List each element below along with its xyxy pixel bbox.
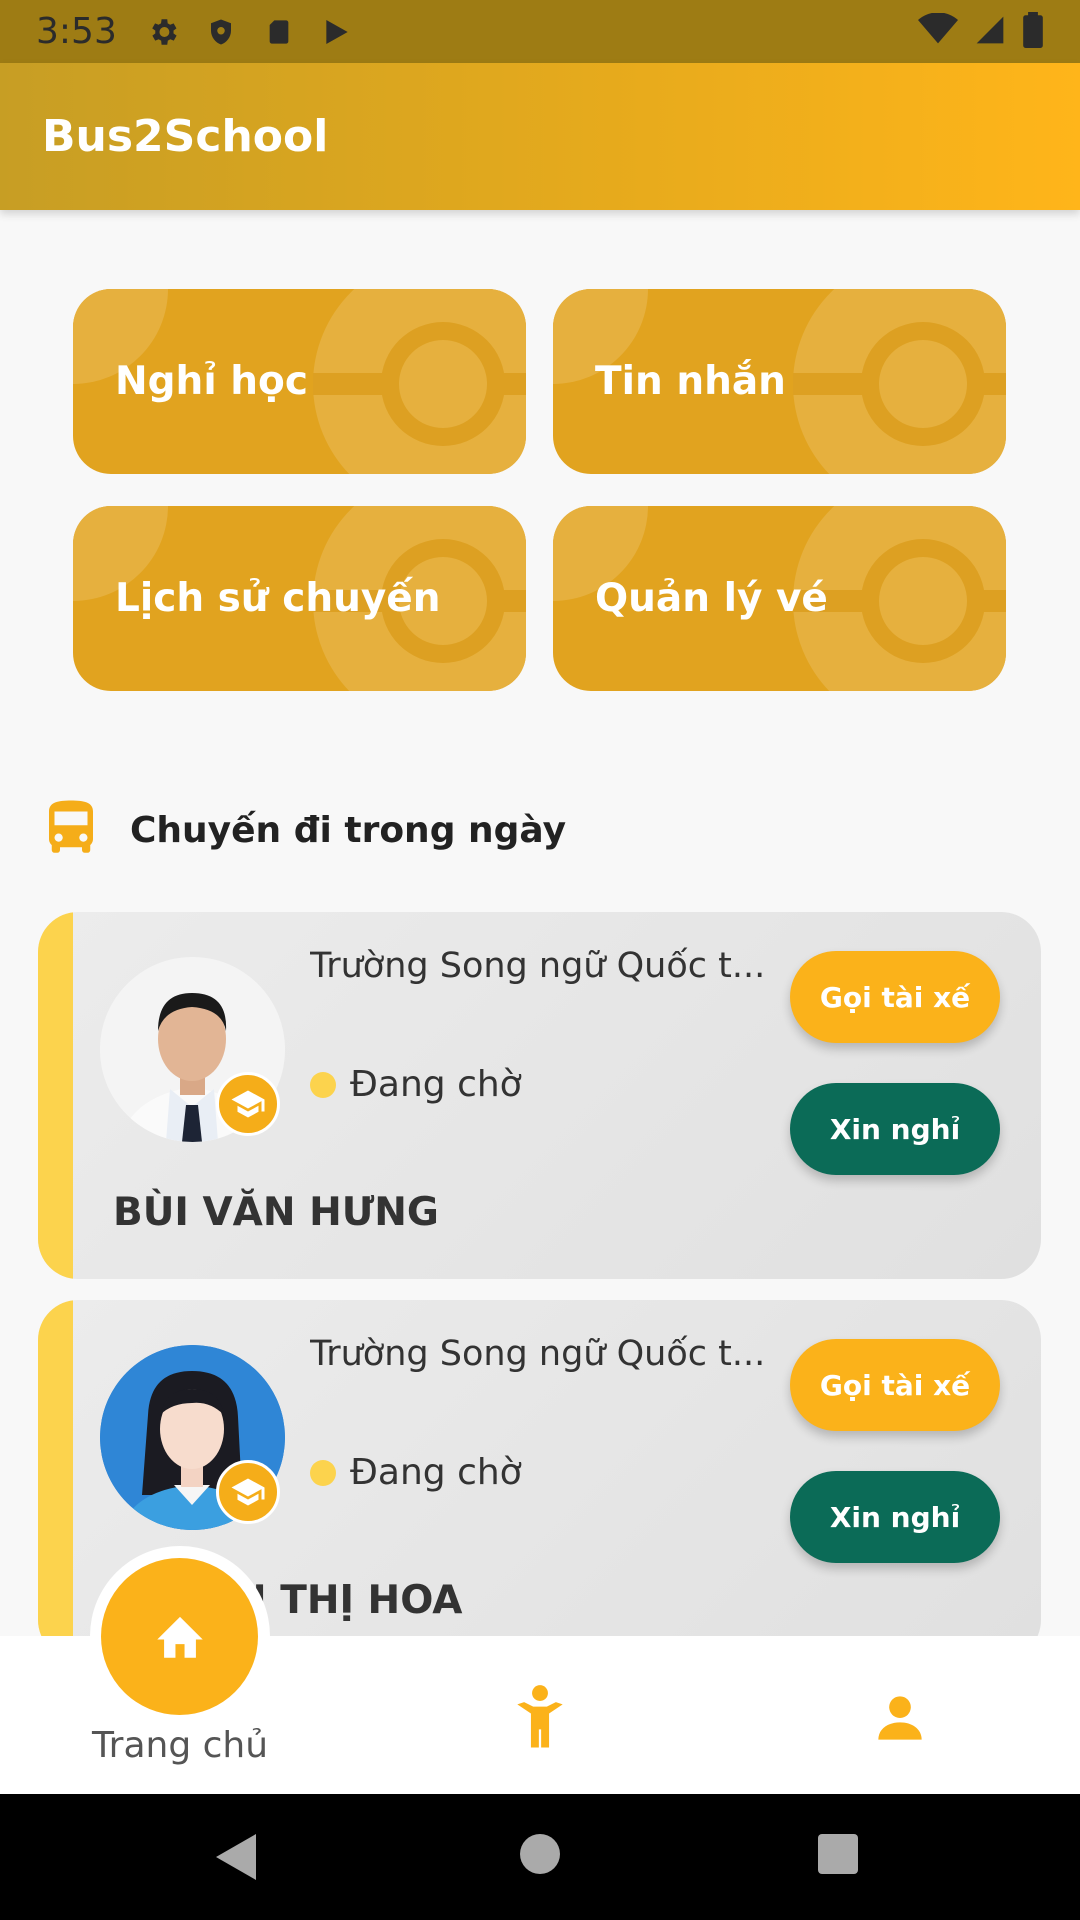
trip-status: Đang chờ (310, 1064, 522, 1105)
recents-icon[interactable] (818, 1834, 858, 1878)
student-name: BÙI VĂN HƯNG (113, 1190, 439, 1235)
status-text: Đang chờ (350, 1452, 522, 1493)
action-label: Lịch sử chuyến (115, 576, 441, 621)
back-icon[interactable] (216, 1834, 258, 1884)
child-icon (512, 1684, 568, 1756)
nav-home-button[interactable] (101, 1558, 258, 1715)
battery-icon (1022, 11, 1044, 52)
status-bar: 3:53 (0, 0, 1080, 63)
system-navigation-bar (0, 1794, 1080, 1920)
status-time: 3:53 (36, 11, 117, 52)
request-leave-button[interactable]: Xin nghỉ (790, 1471, 1000, 1563)
nav-child-button[interactable] (504, 1684, 576, 1756)
school-name: Trường Song ngữ Quốc t... (310, 1334, 766, 1374)
action-quan-ly-ve-button[interactable]: Quản lý vé (553, 506, 1006, 691)
nav-profile-button[interactable] (864, 1684, 936, 1756)
app-title: Bus2School (42, 111, 329, 162)
card-stripe (38, 912, 73, 1279)
card-stripe (38, 1300, 73, 1660)
nav-home-label: Trang chủ (91, 1725, 269, 1766)
wifi-icon (918, 11, 958, 51)
status-dot (310, 1459, 336, 1486)
status-dot (310, 1071, 336, 1098)
action-label: Quản lý vé (595, 576, 828, 621)
status-text: Đang chờ (350, 1064, 522, 1105)
signal-icon (974, 13, 1006, 51)
section-header: Chuyến đi trong ngày (38, 796, 566, 864)
section-title: Chuyến đi trong ngày (130, 809, 567, 851)
action-label: Nghỉ học (115, 359, 308, 404)
person-icon (874, 1692, 926, 1748)
play-store-icon (319, 14, 355, 50)
action-label: Tin nhắn (595, 359, 786, 404)
graduation-cap-icon (216, 1072, 280, 1136)
action-tin-nhan-button[interactable]: Tin nhắn (553, 289, 1006, 474)
call-driver-button[interactable]: Gọi tài xế (790, 1339, 1000, 1431)
call-driver-button[interactable]: Gọi tài xế (790, 951, 1000, 1043)
trip-card[interactable]: Trường Song ngữ Quốc t... Đang chờ BÙI V… (38, 912, 1041, 1279)
settings-icon (145, 14, 181, 50)
home-icon (152, 1610, 208, 1664)
bus-icon (38, 795, 104, 865)
action-nghi-hoc-button[interactable]: Nghỉ học (73, 289, 526, 474)
action-lich-su-chuyen-button[interactable]: Lịch sử chuyến (73, 506, 526, 691)
request-leave-button[interactable]: Xin nghỉ (790, 1083, 1000, 1175)
trip-status: Đang chờ (310, 1452, 522, 1493)
home-circle-icon[interactable] (520, 1834, 560, 1878)
app-bar: Bus2School (0, 63, 1080, 210)
school-name: Trường Song ngữ Quốc t... (310, 946, 766, 986)
student-name: N THỊ HOA (234, 1578, 463, 1623)
graduation-cap-icon (216, 1460, 280, 1524)
shield-icon (203, 14, 239, 50)
sd-card-icon (261, 14, 297, 50)
